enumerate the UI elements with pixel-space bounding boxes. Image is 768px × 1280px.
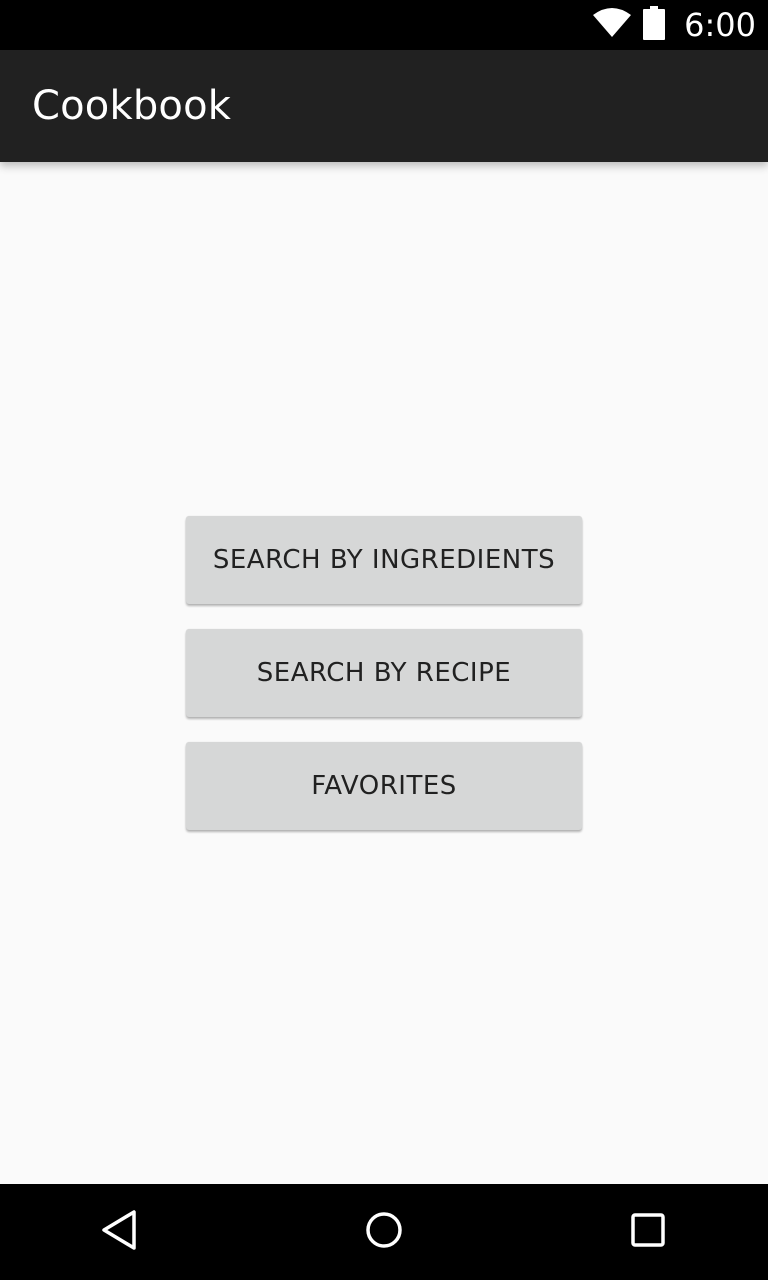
status-time: 6:00 [684, 6, 756, 44]
recents-button[interactable] [588, 1184, 708, 1280]
back-button[interactable] [60, 1184, 180, 1280]
app-title: Cookbook [32, 83, 232, 129]
battery-icon [642, 5, 666, 45]
recents-icon [630, 1212, 666, 1253]
home-icon [364, 1210, 404, 1255]
main-content: SEARCH BY INGREDIENTS SEARCH BY RECIPE F… [0, 162, 768, 1184]
status-icons: 6:00 [592, 0, 756, 50]
wifi-icon [592, 7, 632, 44]
app-bar: Cookbook [0, 50, 768, 162]
favorites-button[interactable]: FAVORITES [186, 742, 582, 830]
search-by-ingredients-button[interactable]: SEARCH BY INGREDIENTS [186, 516, 582, 604]
back-icon [100, 1209, 140, 1256]
navigation-bar [0, 1184, 768, 1280]
search-by-recipe-button[interactable]: SEARCH BY RECIPE [186, 629, 582, 717]
status-bar: 6:00 [0, 0, 768, 50]
home-button[interactable] [324, 1184, 444, 1280]
